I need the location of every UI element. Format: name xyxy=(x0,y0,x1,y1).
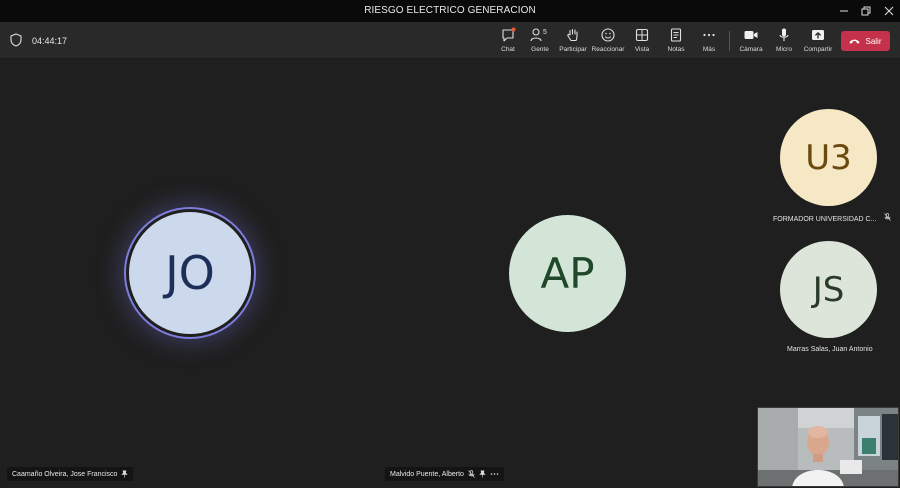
view-button[interactable]: Vista xyxy=(625,24,659,56)
participant-avatar-u3[interactable]: U3 xyxy=(780,109,877,206)
pin-icon xyxy=(479,470,486,478)
people-label: Gente xyxy=(531,46,549,53)
share-icon xyxy=(810,27,826,43)
chat-label: Chat xyxy=(501,46,515,53)
more-options-icon[interactable] xyxy=(490,470,499,478)
participant-avatar-jo[interactable]: JO xyxy=(126,209,254,337)
people-button[interactable]: 5 Gente xyxy=(523,24,557,56)
meeting-toolbar: 04:44:17 Chat 5 Gente Participar Reaccio… xyxy=(0,22,900,59)
emoji-icon xyxy=(600,27,616,43)
avatar-initials: U3 xyxy=(805,137,852,178)
more-button[interactable]: Más xyxy=(692,24,726,56)
raise-hand-label: Participar xyxy=(559,46,587,53)
notes-label: Notas xyxy=(667,46,685,53)
phone-hangup-icon xyxy=(849,38,860,45)
participant-name-label: Malvido Puente, Alberto xyxy=(390,470,464,478)
avatar-initials: JS xyxy=(812,269,845,310)
microphone-icon xyxy=(776,27,792,43)
window-title: RIESGO ELECTRICO GENERACION xyxy=(364,5,536,16)
more-icon xyxy=(701,27,717,43)
camera-button[interactable]: Cámara xyxy=(734,24,768,56)
chat-icon xyxy=(500,27,516,43)
self-view-image xyxy=(758,408,898,486)
toolbar-divider xyxy=(729,31,730,51)
participant-name-tag-center: Malvido Puente, Alberto xyxy=(385,467,504,481)
grid-icon xyxy=(634,27,650,43)
minimize-icon[interactable] xyxy=(835,3,853,19)
mic-label: Micro xyxy=(776,46,792,53)
more-label: Más xyxy=(702,46,716,53)
notes-icon xyxy=(668,27,684,43)
hand-icon xyxy=(565,27,581,43)
mic-muted-icon xyxy=(884,213,892,221)
react-label: Reaccionar xyxy=(591,46,625,53)
avatar-initials: JO xyxy=(165,246,215,300)
self-view-video[interactable] xyxy=(757,407,899,487)
view-label: Vista xyxy=(634,46,650,53)
people-icon: 5 xyxy=(529,27,551,43)
notes-button[interactable]: Notas xyxy=(659,24,693,56)
participant-name-side-bottom: Marras Salas, Juan Antonio xyxy=(787,346,873,353)
leave-label: Salir xyxy=(865,36,882,46)
meeting-timer: 04:44:17 xyxy=(32,36,68,46)
mic-muted-icon xyxy=(468,470,475,478)
avatar-initials: AP xyxy=(540,249,595,298)
people-count: 5 xyxy=(543,29,547,36)
leave-button[interactable]: Salir xyxy=(841,31,890,51)
participant-avatar-ap[interactable]: AP xyxy=(509,215,626,332)
participant-name-label: Caamaño Olveira, Jose Francisco xyxy=(12,470,118,478)
participant-name-tag-left: Caamaño Olveira, Jose Francisco xyxy=(7,467,134,481)
restore-icon[interactable] xyxy=(857,3,875,19)
share-button[interactable]: Compartir xyxy=(801,24,835,56)
react-button[interactable]: Reaccionar xyxy=(591,24,625,56)
participant-avatar-js[interactable]: JS xyxy=(780,241,877,338)
raise-hand-button[interactable]: Participar xyxy=(556,24,590,56)
pin-icon xyxy=(121,470,129,478)
close-icon[interactable] xyxy=(880,3,898,19)
camera-label: Cámara xyxy=(739,46,763,53)
camera-icon xyxy=(743,27,759,43)
share-label: Compartir xyxy=(803,46,833,53)
shield-icon xyxy=(10,33,22,47)
participant-name-side-top: FORMADOR UNIVERSIDAD C... xyxy=(773,213,892,223)
meeting-stage: JO AP U3 FORMADOR UNIVERSIDAD C... JS Ma… xyxy=(0,60,900,488)
chat-button[interactable]: Chat xyxy=(491,24,525,56)
title-bar: RIESGO ELECTRICO GENERACION xyxy=(0,0,900,22)
mic-button[interactable]: Micro xyxy=(767,24,801,56)
participant-name-label: FORMADOR UNIVERSIDAD C... xyxy=(773,216,877,223)
